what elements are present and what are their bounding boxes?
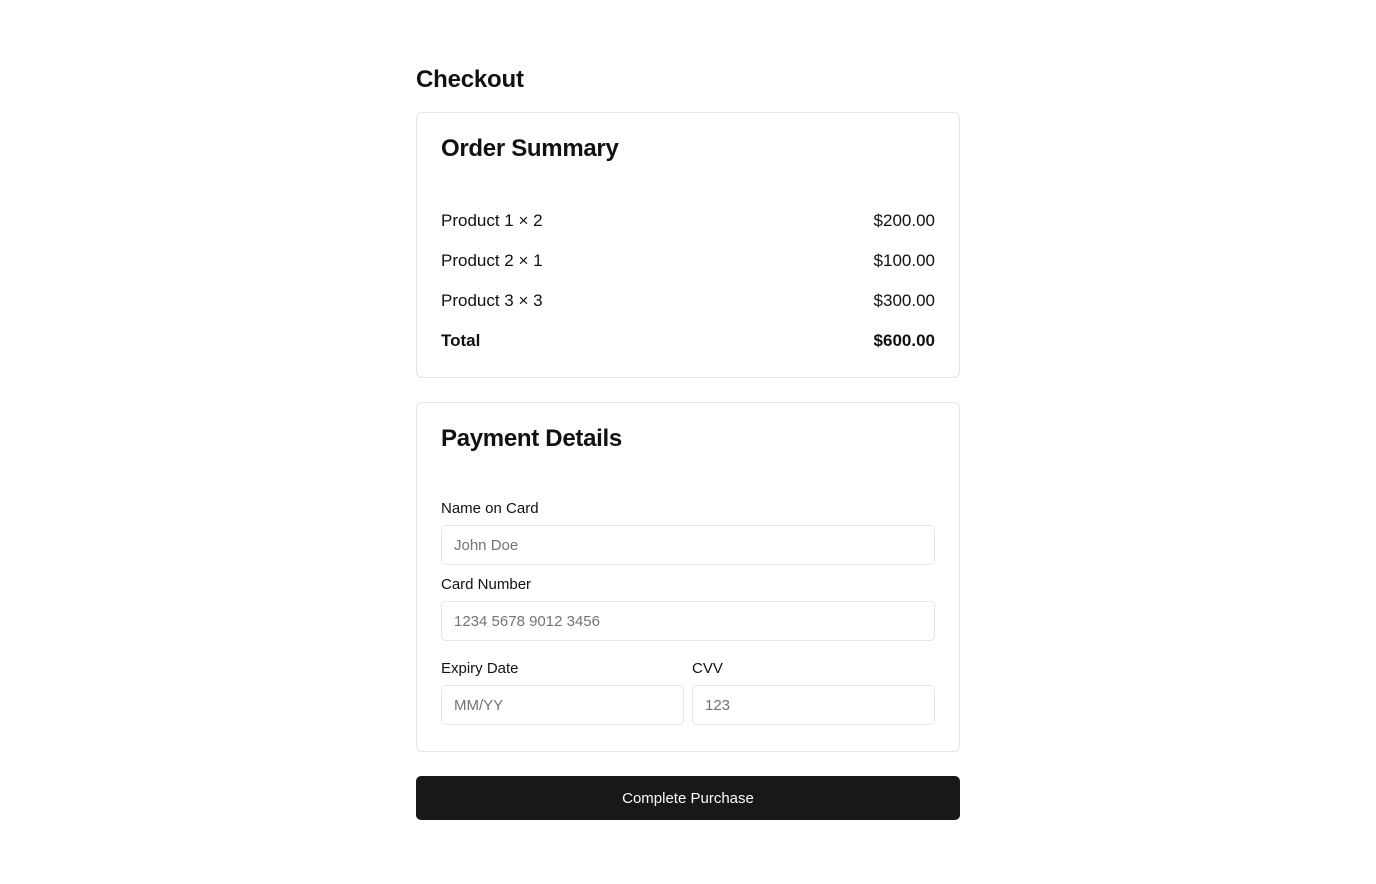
expiry-date-input[interactable] <box>441 685 684 725</box>
order-summary-card: Order Summary Product 1 × 2 $200.00 Prod… <box>416 112 960 378</box>
expiry-cvv-row: Expiry Date CVV <box>441 659 935 725</box>
payment-details-title: Payment Details <box>441 425 622 452</box>
name-on-card-label: Name on Card <box>441 500 539 517</box>
expiry-date-field: Expiry Date <box>441 659 684 725</box>
order-summary-title: Order Summary <box>441 135 619 162</box>
cvv-field: CVV <box>692 659 935 725</box>
page-title: Checkout <box>416 66 524 93</box>
cvv-label: CVV <box>692 660 723 677</box>
complete-purchase-button[interactable]: Complete Purchase <box>416 776 960 820</box>
checkout-container: Checkout Order Summary Product 1 × 2 $20… <box>416 64 960 820</box>
order-item-amount: $200.00 <box>873 211 935 230</box>
order-total-row: Total $600.00 <box>441 329 935 353</box>
name-on-card-input[interactable] <box>441 525 935 565</box>
order-item-row: Product 1 × 2 $200.00 <box>441 209 935 233</box>
order-item-amount: $100.00 <box>873 251 935 270</box>
expiry-date-label: Expiry Date <box>441 660 519 677</box>
order-total-amount: $600.00 <box>873 331 935 350</box>
order-total-label: Total <box>441 331 481 350</box>
order-item-name: Product 2 × 1 <box>441 251 543 270</box>
cvv-input[interactable] <box>692 685 935 725</box>
payment-details-card: Payment Details Name on Card Card Number… <box>416 402 960 752</box>
name-on-card-field: Name on Card <box>441 499 935 565</box>
card-number-input[interactable] <box>441 601 935 641</box>
order-summary-list: Product 1 × 2 $200.00 Product 2 × 1 $100… <box>441 209 935 353</box>
payment-form: Name on Card Card Number Expiry Date CVV <box>441 499 935 725</box>
order-item-row: Product 3 × 3 $300.00 <box>441 289 935 313</box>
order-item-amount: $300.00 <box>873 291 935 310</box>
order-item-row: Product 2 × 1 $100.00 <box>441 249 935 273</box>
card-number-field: Card Number <box>441 575 935 641</box>
card-number-label: Card Number <box>441 576 532 593</box>
order-item-name: Product 1 × 2 <box>441 211 543 230</box>
order-item-name: Product 3 × 3 <box>441 291 543 310</box>
